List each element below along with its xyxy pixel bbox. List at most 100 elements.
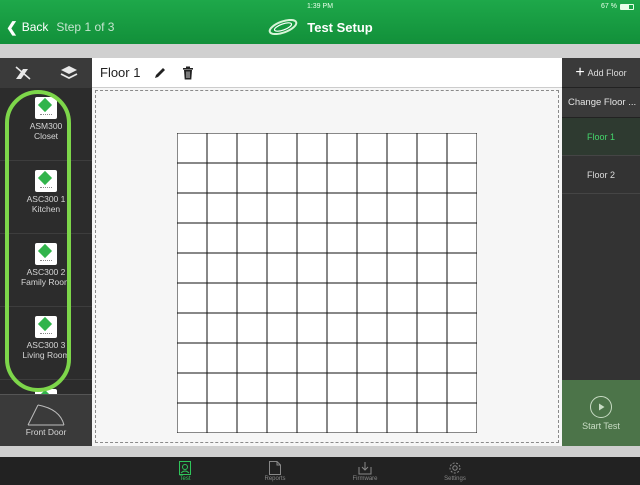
grid-cell[interactable] [416, 402, 448, 433]
eraser-icon[interactable] [12, 62, 34, 84]
grid-cell[interactable] [236, 252, 268, 284]
grid-cell[interactable] [326, 162, 358, 194]
grid-cell[interactable] [177, 192, 208, 224]
start-test-button[interactable]: Start Test [562, 380, 640, 446]
grid-cell[interactable] [386, 312, 418, 344]
grid-cell[interactable] [356, 312, 388, 344]
grid-cell[interactable] [356, 133, 388, 164]
grid-cell[interactable] [356, 342, 388, 374]
grid-cell[interactable] [326, 282, 358, 314]
grid-cell[interactable] [326, 342, 358, 374]
grid-cell[interactable] [296, 133, 328, 164]
device-list[interactable]: ASM300 Closet ASC300 1 Kitchen ASC300 2 … [0, 88, 92, 394]
grid-cell[interactable] [236, 192, 268, 224]
grid-cell[interactable] [206, 372, 238, 404]
grid-cell[interactable] [386, 162, 418, 194]
grid-cell[interactable] [356, 222, 388, 254]
grid-cell[interactable] [296, 222, 328, 254]
floor-item-2[interactable]: Floor 2 [562, 156, 640, 194]
grid-cell[interactable] [386, 342, 418, 374]
grid-cell[interactable] [446, 162, 477, 194]
grid-cell[interactable] [236, 133, 268, 164]
layers-icon[interactable] [58, 62, 80, 84]
grid-cell[interactable] [177, 252, 208, 284]
grid-cell[interactable] [266, 282, 298, 314]
grid-cell[interactable] [236, 222, 268, 254]
grid-cell[interactable] [446, 192, 477, 224]
grid-cell[interactable] [206, 312, 238, 344]
tab-firmware[interactable]: Firmware [340, 457, 390, 485]
grid-cell[interactable] [416, 133, 448, 164]
grid-cell[interactable] [326, 133, 358, 164]
device-item[interactable]: ASC300 2 Family Room [0, 234, 92, 307]
grid-cell[interactable] [177, 372, 208, 404]
grid-cell[interactable] [386, 402, 418, 433]
grid-cell[interactable] [326, 372, 358, 404]
grid-cell[interactable] [446, 252, 477, 284]
grid-cell[interactable] [266, 372, 298, 404]
grid-cell[interactable] [296, 372, 328, 404]
grid-cell[interactable] [446, 342, 477, 374]
device-item[interactable]: ASC300 3 Living Room [0, 307, 92, 380]
tab-test[interactable]: Test [160, 457, 210, 485]
device-item[interactable]: ASC300 1 Kitchen [0, 161, 92, 234]
front-door-item[interactable]: Front Door [0, 394, 92, 446]
grid-cell[interactable] [206, 133, 238, 164]
grid-cell[interactable] [296, 312, 328, 344]
grid-cell[interactable] [356, 282, 388, 314]
grid-cell[interactable] [416, 192, 448, 224]
grid-cell[interactable] [236, 372, 268, 404]
grid-cell[interactable] [326, 192, 358, 224]
grid-cell[interactable] [266, 133, 298, 164]
tab-reports[interactable]: Reports [250, 457, 300, 485]
grid-cell[interactable] [266, 342, 298, 374]
grid-cell[interactable] [206, 402, 238, 433]
floor-item-1[interactable]: Floor 1 [562, 118, 640, 156]
grid-cell[interactable] [446, 372, 477, 404]
grid-cell[interactable] [296, 402, 328, 433]
grid-cell[interactable] [206, 282, 238, 314]
grid-cell[interactable] [356, 372, 388, 404]
grid-cell[interactable] [326, 252, 358, 284]
grid-cell[interactable] [266, 162, 298, 194]
tab-settings[interactable]: Settings [430, 457, 480, 485]
grid-cell[interactable] [206, 162, 238, 194]
grid-cell[interactable] [416, 312, 448, 344]
grid-cell[interactable] [206, 342, 238, 374]
grid-cell[interactable] [356, 402, 388, 433]
grid-cell[interactable] [386, 192, 418, 224]
grid-cell[interactable] [386, 372, 418, 404]
grid-cell[interactable] [296, 252, 328, 284]
grid-cell[interactable] [416, 252, 448, 284]
grid-cell[interactable] [356, 162, 388, 194]
grid-cell[interactable] [386, 222, 418, 254]
grid-cell[interactable] [296, 282, 328, 314]
device-item-partial[interactable] [0, 380, 92, 394]
floor-grid[interactable] [177, 133, 477, 433]
grid-cell[interactable] [266, 402, 298, 433]
grid-cell[interactable] [177, 282, 208, 314]
grid-cell[interactable] [177, 162, 208, 194]
grid-cell[interactable] [446, 222, 477, 254]
grid-cell[interactable] [446, 312, 477, 344]
grid-cell[interactable] [386, 282, 418, 314]
grid-cell[interactable] [416, 372, 448, 404]
grid-cell[interactable] [446, 402, 477, 433]
grid-cell[interactable] [177, 222, 208, 254]
grid-cell[interactable] [266, 192, 298, 224]
pencil-icon[interactable] [152, 65, 168, 81]
grid-cell[interactable] [356, 252, 388, 284]
grid-cell[interactable] [177, 342, 208, 374]
grid-cell[interactable] [236, 402, 268, 433]
grid-cell[interactable] [296, 192, 328, 224]
grid-cell[interactable] [236, 282, 268, 314]
grid-cell[interactable] [266, 222, 298, 254]
grid-cell[interactable] [386, 252, 418, 284]
grid-cell[interactable] [206, 252, 238, 284]
grid-cell[interactable] [296, 342, 328, 374]
grid-cell[interactable] [446, 133, 477, 164]
grid-cell[interactable] [206, 192, 238, 224]
grid-cell[interactable] [177, 133, 208, 164]
trash-icon[interactable] [180, 65, 196, 81]
grid-cell[interactable] [326, 312, 358, 344]
